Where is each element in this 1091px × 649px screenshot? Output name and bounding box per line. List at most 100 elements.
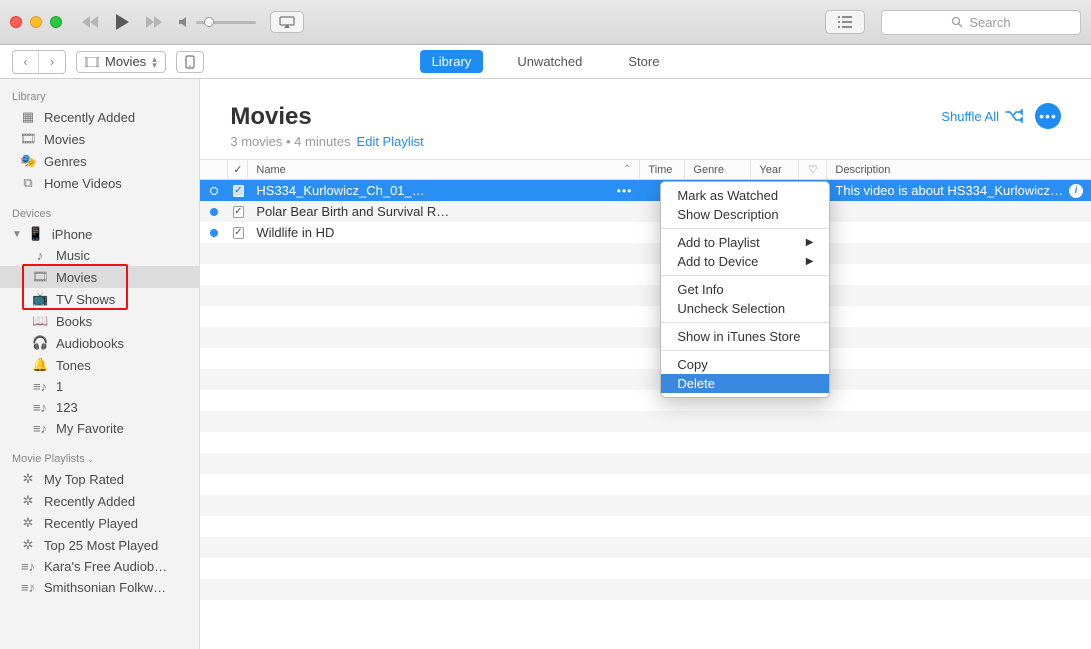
table-row[interactable]: ✓ Polar Bear Birth and Survival R… (200, 201, 1091, 222)
tab-library[interactable]: Library (420, 50, 484, 73)
sidebar-item-device-tones[interactable]: 🔔Tones (0, 354, 199, 376)
gear-icon: ✲ (20, 537, 36, 553)
column-time[interactable]: Time (640, 160, 685, 179)
column-year[interactable]: Year (751, 160, 799, 179)
menu-show-store[interactable]: Show in iTunes Store (661, 327, 829, 346)
gear-icon: ✲ (20, 471, 36, 487)
shuffle-all-button[interactable]: Shuffle All (941, 109, 1023, 124)
nav-buttons: ‹ › (12, 50, 66, 74)
sidebar-item-movies[interactable]: 🎞Movies (0, 128, 199, 150)
next-track-button[interactable] (144, 15, 164, 29)
device-button[interactable] (176, 51, 204, 73)
menu-copy[interactable]: Copy (661, 355, 829, 374)
column-check[interactable]: ✓ (228, 160, 248, 179)
volume-control[interactable] (178, 16, 256, 28)
table-header: ✓ Name Time Genre Year ♡ Description (200, 159, 1091, 180)
sidebar-item-pl-recently-added[interactable]: ✲Recently Added (0, 490, 199, 512)
headphones-icon: 🎧 (32, 335, 48, 351)
shuffle-icon (1005, 109, 1023, 123)
airplay-button[interactable] (270, 11, 304, 33)
back-button[interactable]: ‹ (13, 51, 39, 73)
gear-icon: ✲ (20, 515, 36, 531)
content-area: Movies 3 movies • 4 minutesEdit Playlist… (200, 79, 1091, 649)
table-body: ✓ HS334_Kurlowicz_Ch_01_…••• ♡ This vide… (200, 180, 1091, 649)
maximize-button[interactable] (50, 16, 62, 28)
toolbar: ‹ › Movies ▴▾ Library Unwatched Store (0, 45, 1091, 79)
column-genre[interactable]: Genre (685, 160, 751, 179)
sidebar-item-top-rated[interactable]: ✲My Top Rated (0, 468, 199, 490)
sidebar-item-home-videos[interactable]: ⧉Home Videos (0, 172, 199, 194)
chevron-right-icon: ▶ (806, 256, 814, 267)
search-input[interactable]: Search (881, 10, 1081, 35)
disclosure-icon[interactable]: ▼ (12, 229, 22, 240)
unwatched-dot-icon (210, 208, 218, 216)
list-view-button[interactable] (825, 10, 865, 34)
more-actions-button[interactable]: ••• (1035, 103, 1061, 129)
checkbox[interactable]: ✓ (233, 206, 243, 218)
menu-mark-watched[interactable]: Mark as Watched (661, 186, 829, 205)
media-selector[interactable]: Movies ▴▾ (76, 51, 166, 73)
phone-icon (185, 55, 195, 69)
playback-controls (80, 13, 164, 31)
sidebar-item-device-music[interactable]: ♪Music (0, 245, 199, 266)
sidebar-section-devices: Devices (0, 202, 199, 223)
phone-icon: 📱 (28, 226, 44, 242)
forward-button[interactable]: › (39, 51, 65, 73)
sidebar-item-playlist-favorite[interactable]: ≡♪My Favorite (0, 418, 199, 439)
sidebar-item-playlist-1[interactable]: ≡♪1 (0, 376, 199, 397)
edit-playlist-link[interactable]: Edit Playlist (357, 134, 424, 149)
book-icon: 📖 (32, 313, 48, 329)
playlist-icon: ≡♪ (32, 379, 48, 394)
sidebar-item-iphone[interactable]: ▼📱iPhone (0, 223, 199, 245)
volume-icon (178, 16, 190, 28)
table-row[interactable]: ✓ Wildlife in HD (200, 222, 1091, 243)
checkbox[interactable]: ✓ (233, 227, 243, 239)
menu-get-info[interactable]: Get Info (661, 280, 829, 299)
row-actions-button[interactable]: ••• (617, 184, 633, 198)
info-icon[interactable]: i (1069, 184, 1083, 198)
menu-separator (661, 350, 829, 351)
tab-unwatched[interactable]: Unwatched (505, 50, 594, 73)
column-love[interactable]: ♡ (799, 160, 827, 179)
grid-icon: ▦ (20, 109, 36, 125)
chevron-right-icon: ▶ (806, 237, 814, 248)
sidebar-item-device-audiobooks[interactable]: 🎧Audiobooks (0, 332, 199, 354)
search-placeholder: Search (969, 15, 1010, 30)
prev-track-button[interactable] (80, 15, 100, 29)
film-icon (85, 57, 99, 67)
menu-delete[interactable]: Delete (661, 374, 829, 393)
playlist-icon: ≡♪ (32, 421, 48, 436)
masks-icon: 🎭 (20, 153, 36, 169)
play-button[interactable] (114, 13, 130, 31)
column-status[interactable] (200, 160, 228, 179)
playlist-icon: ≡♪ (20, 580, 36, 595)
sidebar-item-smithsonian[interactable]: ≡♪Smithsonian Folkw… (0, 577, 199, 598)
menu-uncheck[interactable]: Uncheck Selection (661, 299, 829, 318)
sidebar-item-genres[interactable]: 🎭Genres (0, 150, 199, 172)
context-menu: Mark as Watched Show Description Add to … (660, 181, 830, 398)
column-description[interactable]: Description (827, 160, 1091, 179)
sidebar-item-playlist-123[interactable]: ≡♪123 (0, 397, 199, 418)
sidebar-item-device-books[interactable]: 📖Books (0, 310, 199, 332)
menu-add-device[interactable]: Add to Device▶ (661, 252, 829, 271)
page-title: Movies (230, 103, 423, 131)
menu-separator (661, 322, 829, 323)
minimize-button[interactable] (30, 16, 42, 28)
menu-separator (661, 275, 829, 276)
table-row[interactable]: ✓ HS334_Kurlowicz_Ch_01_…••• ♡ This vide… (200, 180, 1091, 201)
sidebar: Library ▦Recently Added 🎞Movies 🎭Genres … (0, 79, 200, 649)
column-name[interactable]: Name (248, 160, 640, 179)
video-icon: ⧉ (20, 175, 36, 191)
page-subtitle: 3 movies • 4 minutesEdit Playlist (230, 134, 423, 149)
sidebar-section-playlists[interactable]: Movie Playlists⌄ (0, 447, 199, 468)
sidebar-item-top25[interactable]: ✲Top 25 Most Played (0, 534, 199, 556)
tab-store[interactable]: Store (616, 50, 671, 73)
menu-show-description[interactable]: Show Description (661, 205, 829, 224)
menu-add-playlist[interactable]: Add to Playlist▶ (661, 233, 829, 252)
sidebar-item-kara-audiobook[interactable]: ≡♪Kara's Free Audiob… (0, 556, 199, 577)
sidebar-item-pl-recently-played[interactable]: ✲Recently Played (0, 512, 199, 534)
menu-separator (661, 228, 829, 229)
sidebar-item-recently-added[interactable]: ▦Recently Added (0, 106, 199, 128)
close-button[interactable] (10, 16, 22, 28)
checkbox[interactable]: ✓ (233, 185, 243, 197)
